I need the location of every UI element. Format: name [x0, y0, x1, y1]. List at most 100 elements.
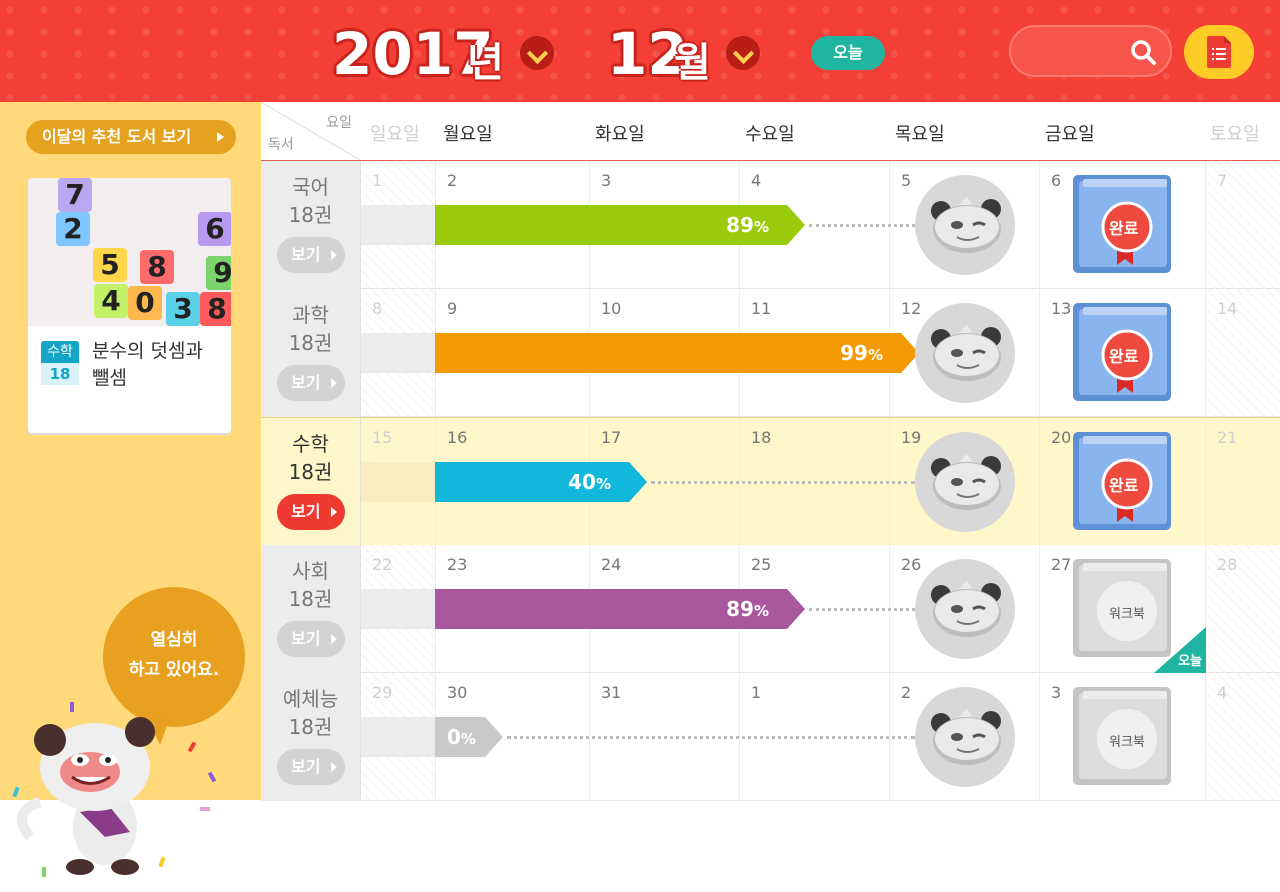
- view-label: 보기: [291, 502, 321, 521]
- play-arrow-icon: [331, 250, 337, 260]
- view-button[interactable]: 보기: [277, 621, 345, 657]
- panda-mascot-icon[interactable]: [915, 432, 1015, 532]
- complete-label: 완료: [1109, 219, 1139, 238]
- search-input[interactable]: [1009, 25, 1172, 77]
- view-button[interactable]: 보기: [277, 749, 345, 785]
- progress-bar[interactable]: 99%: [435, 333, 919, 373]
- date-number: 22: [372, 555, 393, 574]
- list-document-icon: [1207, 36, 1231, 68]
- date-number: 27: [1051, 555, 1072, 574]
- view-button[interactable]: 보기: [277, 365, 345, 401]
- panda-face-icon: [931, 197, 1001, 253]
- column-divider: [1039, 289, 1040, 417]
- subject-cell: 국어 18권보기: [261, 161, 361, 289]
- date-number: 4: [1217, 683, 1228, 702]
- complete-label: 완료: [1109, 476, 1139, 495]
- progress-dotted-line: [651, 481, 915, 484]
- date-number: 30: [447, 683, 468, 702]
- column-divider: [1039, 545, 1040, 673]
- subject-cell: 예체능 18권 보기: [261, 673, 361, 801]
- panda-mascot-icon: [12, 702, 217, 877]
- date-number: 23: [447, 555, 468, 574]
- progress-bar[interactable]: 89%: [435, 205, 805, 245]
- date-number: 5: [901, 171, 912, 190]
- number-block: 8: [200, 292, 231, 326]
- panda-face-icon: [931, 581, 1001, 637]
- percent-sign: %: [753, 602, 769, 620]
- sunday-track: [361, 205, 435, 245]
- column-divider: [1039, 673, 1040, 801]
- year-dropdown-chevron-down-icon[interactable]: [520, 36, 554, 70]
- subject-name: 과학: [292, 303, 329, 327]
- play-arrow-icon: [331, 507, 337, 517]
- date-number: 10: [601, 299, 622, 318]
- today-marker: 오늘: [1154, 627, 1206, 673]
- sunday-track: [361, 333, 435, 373]
- book-icon[interactable]: 완료: [1073, 175, 1171, 273]
- book-icon[interactable]: 워크북: [1073, 687, 1171, 785]
- number-block: 8: [140, 250, 174, 284]
- progress-bar[interactable]: 40%: [435, 462, 647, 502]
- view-button[interactable]: 보기: [277, 494, 345, 530]
- number-block: 9: [206, 256, 231, 290]
- subject-name: 국어: [292, 175, 329, 199]
- year-unit: 년: [467, 40, 504, 86]
- panda-mascot-icon[interactable]: [915, 687, 1015, 787]
- list-menu-button[interactable]: [1184, 25, 1254, 79]
- subject-book-count: 18권: [288, 203, 333, 227]
- date-number: 2: [447, 171, 458, 190]
- date-number: 2: [901, 683, 912, 702]
- dayname-wed: 수요일: [745, 124, 795, 145]
- panda-face-icon: [931, 454, 1001, 510]
- today-button[interactable]: 오늘: [811, 36, 885, 70]
- today-flag-label: 오늘: [1178, 654, 1202, 669]
- view-button[interactable]: 보기: [277, 237, 345, 273]
- date-number: 29: [372, 683, 393, 702]
- progress-bar[interactable]: 89%: [435, 589, 805, 629]
- subject-book-count: 18권: [288, 715, 333, 739]
- panda-mascot-icon[interactable]: [915, 559, 1015, 659]
- sunday-track: [361, 462, 435, 502]
- progress-value: 89: [726, 213, 754, 237]
- date-number: 9: [447, 299, 458, 318]
- month-dropdown-chevron-down-icon[interactable]: [726, 36, 760, 70]
- dayname-mon: 월요일: [443, 124, 493, 145]
- bar-arrow-tip: [787, 205, 805, 245]
- weekly-calendar: 요일 독서 일요일 월요일 화요일 수요일 목요일 금요일 토요일 국어 18권 보…: [261, 102, 1280, 801]
- number-block: 3: [166, 292, 200, 326]
- monthly-recommended-books-button[interactable]: 이달의 추천 도서 보기: [26, 120, 236, 154]
- calendar-row-2: 수학 18권 보기 15 16 17 18 19 20 21 40% 완료: [261, 417, 1280, 546]
- panda-face-icon: [931, 325, 1001, 381]
- date-number: 11: [751, 299, 772, 318]
- panda-mascot-icon[interactable]: [915, 303, 1015, 403]
- book-icon[interactable]: 완료: [1073, 303, 1171, 401]
- date-number: 24: [601, 555, 622, 574]
- column-divider: [1039, 161, 1040, 289]
- percent-sign: %: [460, 730, 476, 748]
- book-cover-image: 7 2 6 5 8 9 4 0 3 8: [28, 178, 231, 326]
- complete-label: 완료: [1109, 347, 1139, 366]
- number-block: 7: [58, 178, 92, 212]
- sunday-track: [361, 717, 435, 757]
- date-number: 31: [601, 683, 622, 702]
- panda-mascot-icon[interactable]: [915, 175, 1015, 275]
- sunday-track: [361, 589, 435, 629]
- view-label: 보기: [291, 373, 321, 392]
- date-number: 13: [1051, 299, 1072, 318]
- subject-cell: 과학 18권 보기: [261, 289, 361, 417]
- number-block: 6: [198, 212, 231, 246]
- workbook-label: 워크북: [1109, 735, 1145, 750]
- date-number: 21: [1217, 428, 1238, 447]
- search-icon[interactable]: [1130, 39, 1156, 65]
- progress-bar[interactable]: 0%: [435, 717, 503, 757]
- book-count-label: 18: [41, 363, 79, 385]
- book-icon[interactable]: 완료: [1073, 432, 1171, 530]
- column-divider: [1205, 289, 1206, 417]
- recommended-book-card[interactable]: 7 2 6 5 8 9 4 0 3 8 수학 18 분수의 덧셈과 뺄셈: [28, 178, 231, 433]
- progress-dotted-line: [809, 608, 915, 611]
- calendar-row-3: 사회 18권 보기 22 23 24 25 26 27 28 89% 워크북 오늘: [261, 545, 1280, 673]
- date-number: 6: [1051, 171, 1062, 190]
- date-number: 7: [1217, 171, 1228, 190]
- view-label: 보기: [291, 629, 321, 648]
- progress-dotted-line: [809, 224, 915, 227]
